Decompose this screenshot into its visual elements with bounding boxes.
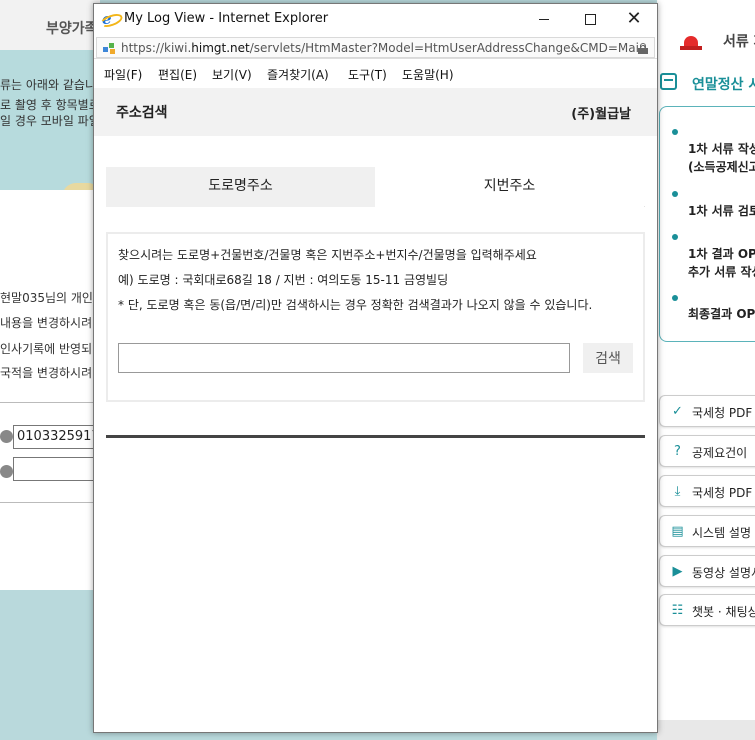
info-line: 국적을 변경하시려면 [0,366,104,380]
step-item: 최종결과 OPE [688,305,755,323]
location-icon [0,465,13,478]
step-dot [672,129,678,135]
step-line: 1차 서류 작성 [688,142,755,156]
button-label: 국세청 PDF [692,406,753,420]
menu-favorites[interactable]: 즐겨찾기(A) [267,66,329,83]
menu-tools[interactable]: 도구(T) [348,66,387,83]
background-left-title: 부양가족 [46,21,98,37]
notice-line: 로 촬영 후 항목별로 [0,98,100,112]
phone-input[interactable]: 0103325917 [13,425,103,449]
video-manual-button[interactable]: ▶ 동영상 설명서 [659,555,755,587]
address-type-tabs: 도로명주소 지번주소 [106,167,645,207]
url-prefix: https://kiwi. [121,41,192,55]
step-dot [672,234,678,240]
url-host: himgt.net [191,41,250,55]
address-bar: https://kiwi.himgt.net/servlets/HtmMaste… [94,35,657,59]
background-right-footer [657,720,755,740]
menu-edit[interactable]: 편집(E) [158,66,197,83]
chat-icon: ☷ [671,603,684,618]
chatbot-button[interactable]: ☷ 챗봇 · 채팅상 [659,594,755,626]
ie-popup-window: e My Log View - Internet Explorer ✕ http… [93,3,658,733]
button-label: 국세청 PDF [692,486,753,500]
question-circle-icon: ? [674,444,681,459]
info-line: 내용을 변경하시려면 [0,316,104,330]
page-icon [103,42,116,55]
tab-lot-address[interactable]: 지번주소 [375,167,644,207]
background-right-page: 서류 제 연말정산 시 1차 서류 작성 (소득공제신고 1차 서류 검토 1차… [657,0,755,740]
background-left-page: 부양가족 류는 아래와 같습니 로 촬영 후 항목별로 일 경우 모바일 파일 … [0,0,104,740]
page-header: 주소검색 (주)월급날 [94,88,657,136]
address-search-page: 주소검색 (주)월급날 도로명주소 지번주소 찾으시려는 도로명+건물번호/건물… [94,88,657,732]
pdf-download-button[interactable]: ⤓ 국세청 PDF [659,475,755,507]
window-title: My Log View - Internet Explorer [124,11,329,26]
step-dot [672,191,678,197]
search-button[interactable]: 검색 [583,343,633,373]
url-field[interactable]: https://kiwi.himgt.net/servlets/HtmMaste… [96,37,655,58]
step-line: 추가 서류 작성 [688,265,755,279]
url-path: /servlets/HtmMaster?Model=HtmUserAddress… [249,41,647,55]
button-label: 공제요건이 [692,446,748,460]
step-line: 1차 서류 검토 [688,204,755,218]
menu-file[interactable]: 파일(F) [104,66,142,83]
step-item: 1차 서류 작성 (소득공제신고 [688,140,755,176]
url-text: https://kiwi.himgt.net/servlets/HtmMaste… [121,41,647,55]
maximize-button[interactable] [567,4,613,34]
close-button[interactable]: ✕ [611,4,657,34]
divider [0,502,100,503]
lock-icon[interactable] [638,43,648,54]
address-search-input[interactable] [118,343,570,373]
button-label: 시스템 설명 [692,526,752,540]
internet-explorer-icon: e [102,11,118,27]
step-item: 1차 서류 검토 [688,202,755,220]
background-left-body: 현말035님의 개인정 내용을 변경하시려면 인사기록에 반영되며 국적을 변경… [0,190,104,590]
background-left-header: 부양가족 [0,0,100,50]
divider [0,402,100,403]
alarm-icon [680,30,702,50]
search-panel: 찾으시려는 도로명+건물번호/건물명 혹은 지번주소+번지수/건물명을 입력해주… [106,232,645,402]
guide-text: 찾으시려는 도로명+건물번호/건물명 혹은 지번주소+번지수/건물명을 입력해주… [118,248,537,262]
deduction-requirement-button[interactable]: ? 공제요건이 [659,435,755,467]
page-title: 주소검색 [116,105,168,121]
tab-road-address[interactable]: 도로명주소 [106,167,375,207]
video-play-icon: ▶ [672,564,683,579]
menu-bar: 파일(F) 편집(E) 보기(V) 즐겨찾기(A) 도구(T) 도움말(H) [94,62,657,86]
step-dot [672,295,678,301]
section-title: 연말정산 시 [692,77,755,93]
step-line: 최종결과 OPE [688,307,755,321]
info-line: 현말035님의 개인정 [0,291,104,305]
notice-line: 일 경우 모바일 파일 [0,114,100,128]
example-text: 예) 도로명 : 국회대로68길 18 / 지번 : 여의도동 15-11 금영… [118,273,449,287]
system-manual-button[interactable]: ▤ 시스템 설명 [659,515,755,547]
docs-label[interactable]: 서류 제 [723,31,755,51]
download-icon: ⤓ [674,484,681,499]
warning-text: * 단, 도로명 혹은 동(읍/면/리)만 검색하시는 경우 정확한 검색결과가… [118,298,593,312]
background-left-notice: 류는 아래와 같습니 로 촬영 후 항목별로 일 경우 모바일 파일 [0,50,100,190]
step-line: (소득공제신고 [688,160,755,174]
phone-icon [0,430,13,443]
info-line: 인사기록에 반영되며 [0,342,104,356]
minimize-button[interactable] [521,4,567,34]
company-name: (주)월급날 [571,107,631,122]
check-circle-icon: ✓ [672,404,683,419]
button-label: 동영상 설명서 [692,566,755,580]
step-line: 1차 결과 OPE [688,247,755,261]
menu-help[interactable]: 도움말(H) [402,66,454,83]
window-titlebar[interactable]: e My Log View - Internet Explorer ✕ [94,4,657,34]
address-input[interactable] [13,457,103,481]
notice-line: 류는 아래와 같습니 [0,78,96,92]
steps-panel: 1차 서류 작성 (소득공제신고 1차 서류 검토 1차 결과 OPE 추가 서… [659,106,755,342]
button-label: 챗봇 · 채팅상 [692,605,755,619]
step-item: 1차 결과 OPE 추가 서류 작성 [688,245,755,281]
document-icon: ▤ [671,524,684,539]
menu-view[interactable]: 보기(V) [212,66,252,83]
pdf-upload-button[interactable]: ✓ 국세청 PDF [659,395,755,427]
calendar-icon [660,73,677,90]
results-divider [106,435,645,438]
